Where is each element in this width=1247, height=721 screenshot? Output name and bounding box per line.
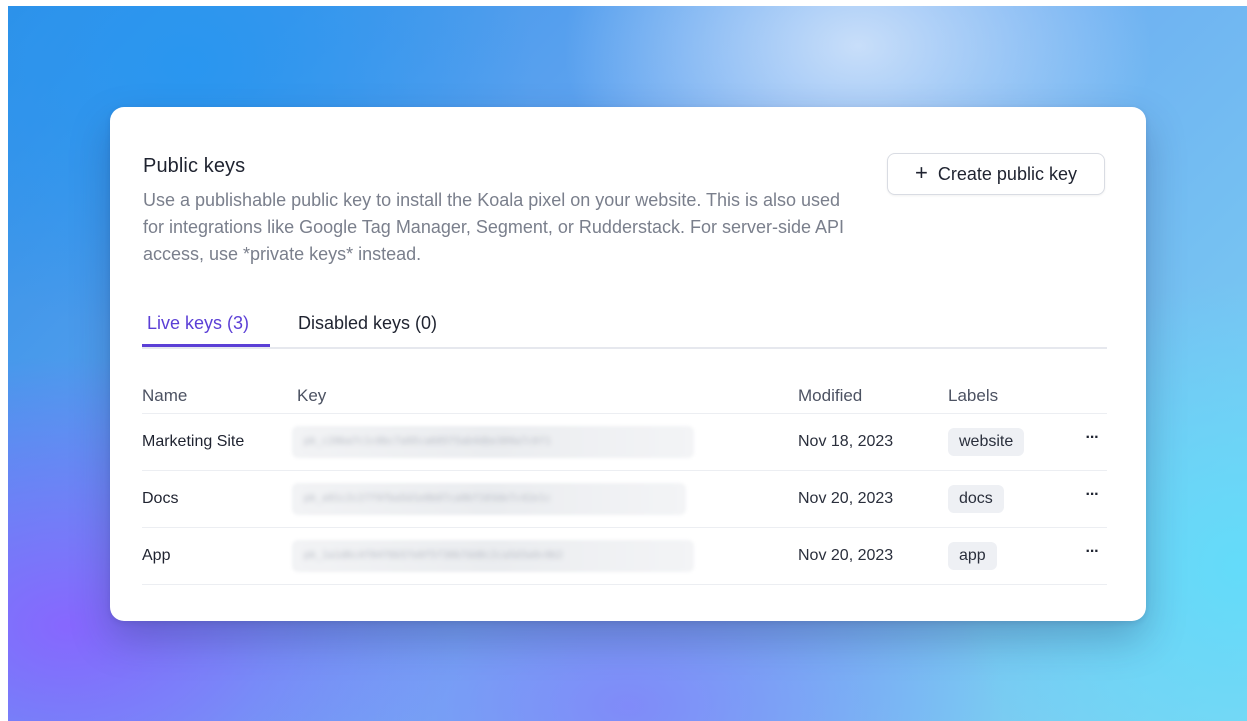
panel-title: Public keys [143, 155, 246, 177]
key-tabs: Live keys (3) Disabled keys (0) [142, 310, 1107, 349]
key-modified-date: Nov 18, 2023 [798, 433, 894, 450]
key-label-badge: website [948, 428, 1025, 456]
table-row[interactable]: Marketing Site pk_c20ba7c1c0bc7a95ca605f… [142, 414, 1107, 471]
key-label-badge: app [948, 542, 997, 570]
create-public-key-label: Create public key [937, 163, 1077, 184]
more-options-icon[interactable]: ··· [1080, 428, 1104, 452]
panel-description: Use a publishable public key to install … [143, 190, 845, 264]
tab-live-keys[interactable]: Live keys (3) [142, 310, 270, 347]
column-header-name: Name [142, 386, 188, 405]
key-name: App [142, 547, 171, 564]
public-keys-panel: Public keys Use a publishable public key… [110, 107, 1146, 621]
more-options-icon[interactable]: ··· [1080, 542, 1104, 566]
key-value-redacted[interactable]: pk_c20ba7c1c0bc7a95ca605f5ab4dbe309a7c6f… [292, 426, 694, 458]
plus-icon: + [915, 160, 928, 185]
more-options-icon[interactable]: ··· [1080, 485, 1104, 509]
column-header-modified: Modified [798, 386, 863, 405]
key-value-redacted[interactable]: pk_a91c2c27f9fba5d1e0b07ca9bf103de7c42e1… [292, 483, 686, 515]
table-header: Name Key Modified Labels [142, 377, 1107, 414]
key-name: Docs [142, 490, 179, 507]
table-row[interactable]: Docs pk_a91c2c27f9fba5d1e0b07ca9bf103de7… [142, 471, 1107, 528]
column-header-key: Key [297, 386, 327, 405]
key-modified-date: Nov 20, 2023 [798, 490, 894, 507]
key-name: Marketing Site [142, 433, 245, 450]
key-label-badge: docs [948, 485, 1004, 513]
keys-table: Name Key Modified Labels Marketing Site … [142, 377, 1107, 585]
tab-disabled-keys[interactable]: Disabled keys (0) [293, 310, 442, 347]
key-value-redacted[interactable]: pk_1a1d6c4f04f6b57e0f5f30b7dd8c2ca5d3a9c… [292, 540, 694, 572]
column-header-labels: Labels [948, 386, 999, 405]
create-public-key-button[interactable]: + Create public key [887, 153, 1105, 195]
key-modified-date: Nov 20, 2023 [798, 547, 894, 564]
table-row[interactable]: App pk_1a1d6c4f04f6b57e0f5f30b7dd8c2ca5d… [142, 528, 1107, 585]
